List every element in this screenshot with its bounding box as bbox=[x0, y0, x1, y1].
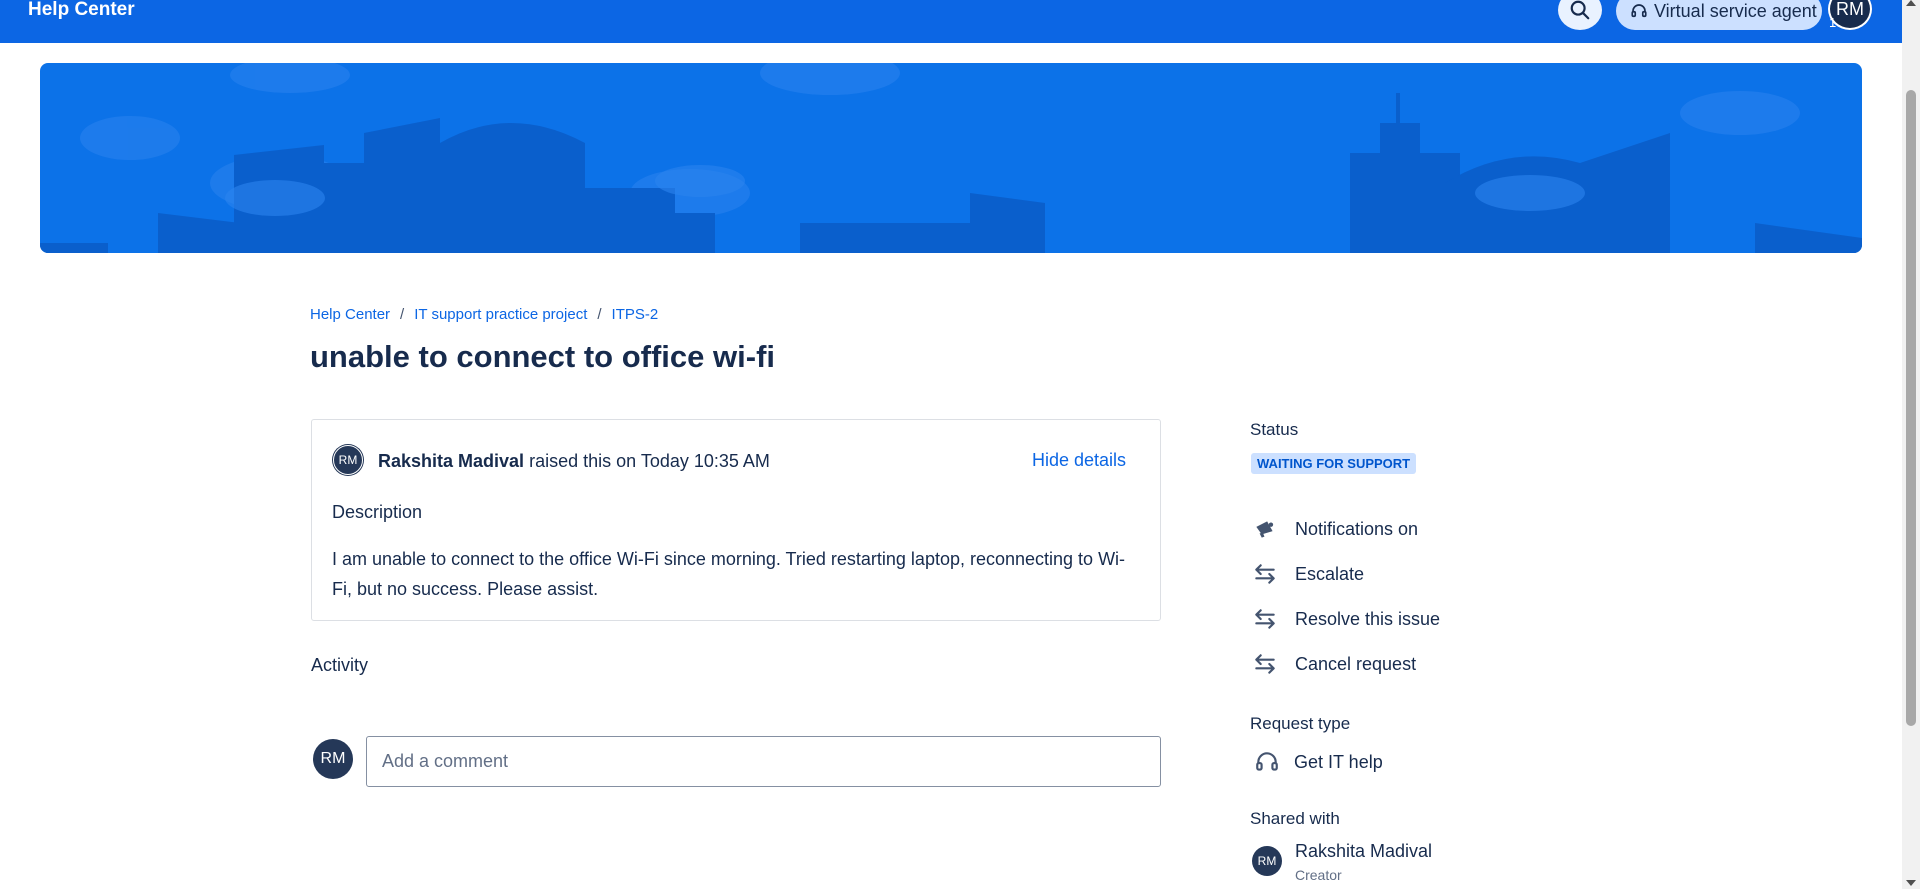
reporter-name: Rakshita Madival bbox=[378, 451, 525, 471]
raised-timestamp: raised this on Today 10:35 AM bbox=[529, 451, 770, 471]
headset-icon bbox=[1256, 752, 1278, 771]
breadcrumb-separator: / bbox=[597, 306, 602, 323]
notification-count-badge: 1 bbox=[1829, 15, 1837, 30]
virtual-service-agent-label: Virtual service agent bbox=[1654, 0, 1817, 21]
shared-with-role: Creator bbox=[1295, 867, 1342, 883]
shared-with-label: Shared with bbox=[1250, 809, 1340, 828]
request-details-card: RM Rakshita Madival raised this on Today… bbox=[311, 419, 1161, 621]
virtual-service-agent-button[interactable]: Virtual service agent bbox=[1616, 0, 1822, 30]
notifications-label: Notifications on bbox=[1295, 518, 1419, 539]
status-badge: WAITING FOR SUPPORT bbox=[1251, 453, 1417, 474]
cancel-request-action[interactable]: Cancel request bbox=[1252, 649, 1416, 679]
search-button[interactable] bbox=[1558, 0, 1602, 30]
description-text: I am unable to connect to the office Wi-… bbox=[332, 549, 1126, 599]
help-center-logo-link[interactable]: Help Center bbox=[28, 0, 135, 21]
cancel-request-label: Cancel request bbox=[1295, 653, 1417, 674]
breadcrumb-help-center-link[interactable]: Help Center bbox=[310, 306, 390, 323]
request-type-label: Request type bbox=[1250, 714, 1351, 733]
notifications-toggle[interactable]: Notifications on bbox=[1252, 514, 1418, 544]
scroll-up-arrow-icon[interactable] bbox=[1906, 0, 1916, 6]
city-skyline-illustration bbox=[40, 63, 1862, 253]
activity-heading: Activity bbox=[311, 655, 369, 675]
transition-arrows-icon bbox=[1255, 564, 1275, 584]
shared-with-name: Rakshita Madival bbox=[1295, 841, 1433, 861]
page-title: unable to connect to office wi-fi bbox=[310, 339, 775, 374]
commenter-avatar: RM bbox=[313, 739, 353, 779]
headset-icon bbox=[1631, 4, 1647, 18]
request-type-value: Get IT help bbox=[1254, 747, 1383, 777]
breadcrumb-project-link[interactable]: IT support practice project bbox=[414, 306, 587, 323]
add-comment-input[interactable] bbox=[366, 736, 1161, 787]
escalate-action[interactable]: Escalate bbox=[1252, 559, 1364, 589]
raised-by-line: Rakshita Madival raised this on Today 10… bbox=[378, 451, 770, 472]
status-label: Status bbox=[1250, 420, 1299, 439]
breadcrumb: Help Center / IT support practice projec… bbox=[310, 306, 658, 323]
breadcrumb-separator: / bbox=[400, 306, 405, 323]
request-type-text: Get IT help bbox=[1294, 751, 1383, 772]
resolve-issue-label: Resolve this issue bbox=[1295, 608, 1441, 629]
transition-arrows-icon bbox=[1255, 654, 1275, 674]
reporter-avatar: RM bbox=[333, 445, 363, 475]
megaphone-icon bbox=[1256, 521, 1274, 538]
escalate-label: Escalate bbox=[1295, 563, 1365, 584]
resolve-issue-action[interactable]: Resolve this issue bbox=[1252, 604, 1440, 634]
description-heading: Description bbox=[332, 502, 423, 522]
transition-arrows-icon bbox=[1255, 609, 1275, 629]
scrollbar-thumb[interactable] bbox=[1906, 90, 1916, 726]
top-navigation-bar: Help Center Virtual service agent RM 1 bbox=[0, 0, 1902, 43]
hide-details-button[interactable]: Hide details bbox=[1032, 450, 1126, 471]
scroll-down-arrow-icon[interactable] bbox=[1906, 880, 1916, 886]
search-icon bbox=[1570, 0, 1590, 20]
help-center-banner bbox=[40, 63, 1862, 253]
breadcrumb-issue-link[interactable]: ITPS-2 bbox=[612, 306, 659, 323]
shared-with-avatar: RM bbox=[1252, 846, 1282, 876]
